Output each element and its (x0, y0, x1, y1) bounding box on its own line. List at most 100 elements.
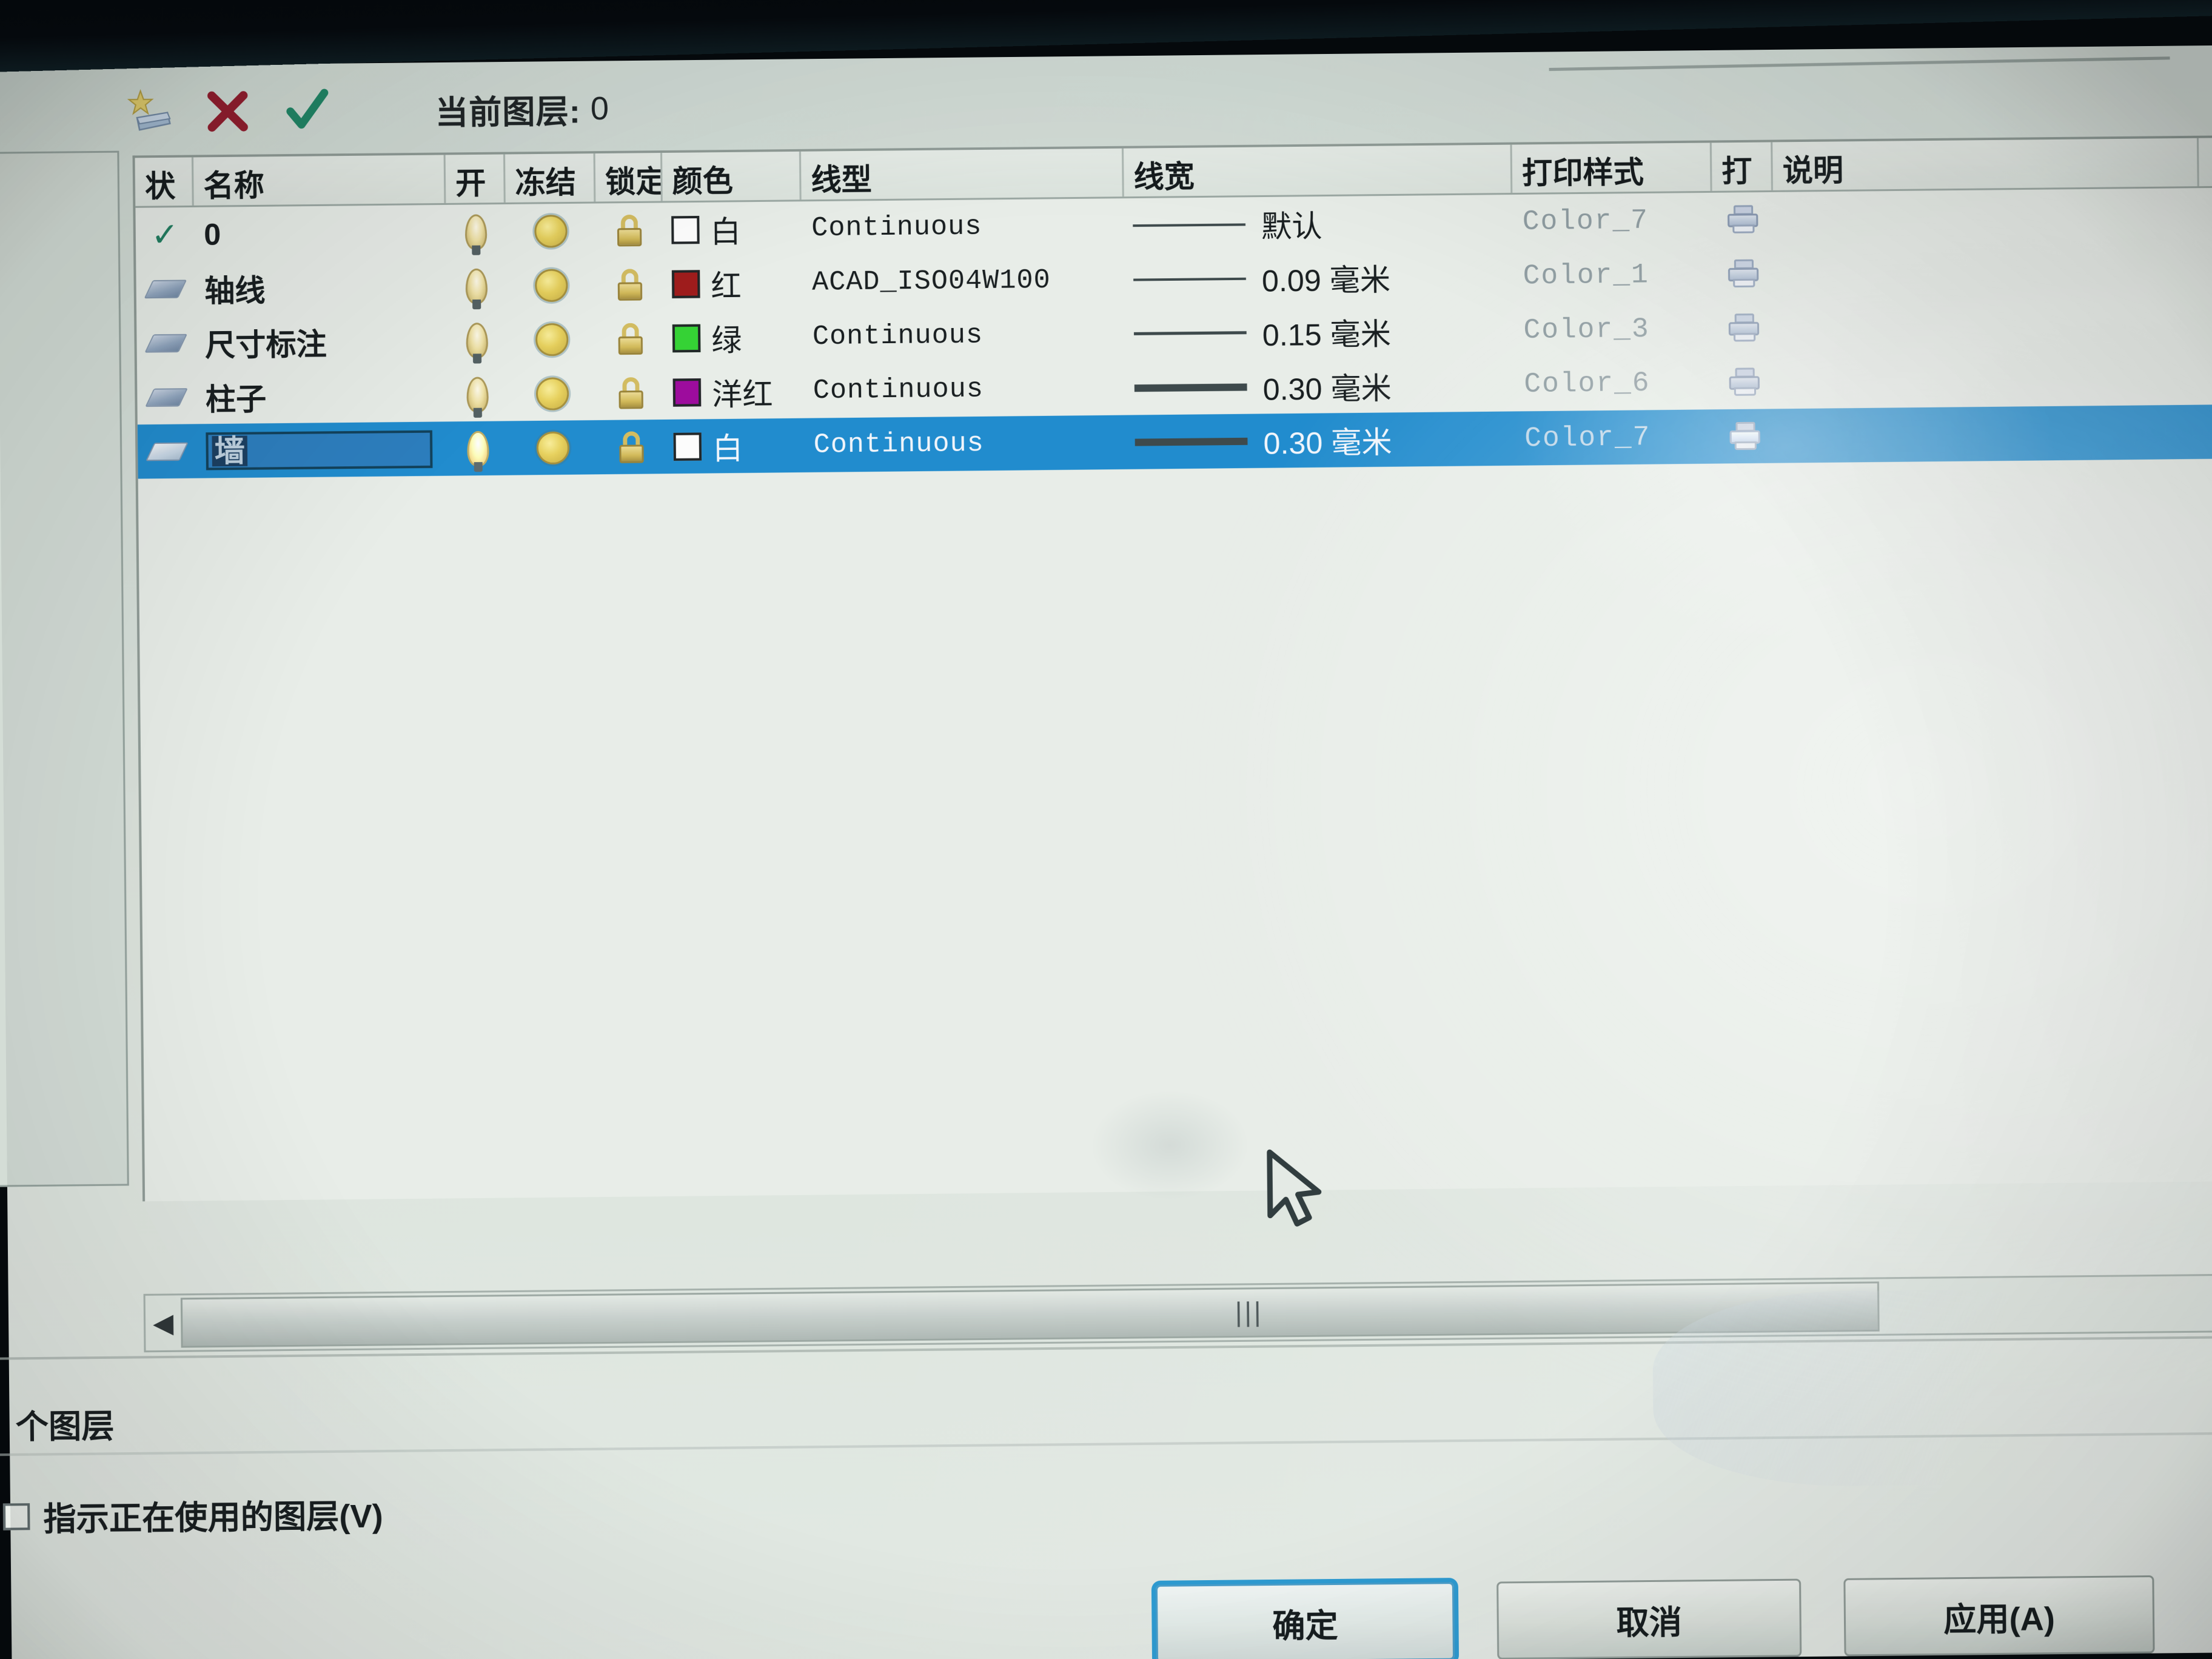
layer-linetype-cell[interactable]: Continuous (802, 307, 1125, 364)
layer-name-cell[interactable]: 尺寸标注 (195, 313, 447, 370)
lightbulb-on-icon[interactable] (466, 376, 489, 412)
layer-plot-cell[interactable] (1713, 301, 1774, 355)
layer-freeze-cell[interactable] (506, 312, 597, 367)
lightbulb-on-icon[interactable] (467, 431, 489, 466)
layer-freeze-cell[interactable] (506, 204, 596, 259)
column-header-linetype[interactable]: 线型 (800, 148, 1124, 200)
column-header-name[interactable]: 名称 (193, 155, 446, 206)
sun-icon[interactable] (534, 214, 568, 248)
layer-lock-cell[interactable] (597, 366, 665, 420)
color-swatch[interactable] (672, 378, 702, 407)
layer-on-cell[interactable] (447, 367, 508, 421)
layer-plotstyle-cell[interactable]: Color_1 (1513, 247, 1713, 303)
layer-name-cell[interactable]: 柱子 (195, 367, 447, 424)
layer-plotstyle-cell[interactable]: Color_3 (1513, 301, 1714, 358)
layer-lock-cell[interactable] (597, 311, 664, 366)
column-header-status[interactable]: 状 (135, 157, 194, 206)
layer-plot-cell[interactable] (1712, 192, 1774, 247)
scrollbar-thumb[interactable]: ||| (180, 1281, 1880, 1348)
lightbulb-on-icon[interactable] (465, 268, 488, 304)
ok-button[interactable]: 确定 (1155, 1582, 1455, 1659)
column-header-plot[interactable]: 打 (1711, 142, 1773, 191)
column-header-plotstyle[interactable]: 打印样式 (1512, 142, 1712, 193)
lightbulb-on-icon[interactable] (464, 213, 488, 250)
color-swatch[interactable] (671, 215, 700, 244)
layer-lineweight-cell[interactable]: 0.30 毫米 (1126, 411, 1515, 469)
indicate-layers-in-use-checkbox[interactable] (2, 1503, 30, 1530)
column-header-on[interactable]: 开 (445, 154, 506, 203)
color-swatch[interactable] (671, 269, 700, 298)
printer-icon[interactable] (1727, 259, 1760, 289)
layer-on-cell[interactable] (447, 313, 507, 367)
layer-lock-cell[interactable] (598, 420, 665, 474)
unlocked-padlock-icon[interactable] (618, 431, 645, 463)
layer-on-cell[interactable] (446, 204, 506, 259)
layer-on-cell[interactable] (446, 258, 506, 313)
layer-freeze-cell[interactable] (507, 366, 597, 421)
unlocked-padlock-icon[interactable] (617, 323, 644, 355)
layer-linetype-cell[interactable]: Continuous (802, 198, 1125, 255)
layer-name-cell[interactable]: 0 (194, 205, 446, 261)
layer-description-cell[interactable] (1775, 350, 2202, 409)
layer-filter-tree-panel[interactable] (0, 150, 129, 1188)
column-header-color[interactable]: 颜色 (662, 151, 802, 201)
layer-color-cell[interactable]: 白 (665, 418, 804, 474)
new-layer-icon[interactable] (124, 88, 172, 136)
layer-on-cell[interactable] (448, 421, 508, 475)
layer-plotstyle-cell[interactable]: Color_7 (1512, 193, 1712, 249)
layer-description-cell[interactable] (1774, 297, 2201, 355)
layer-status-cell[interactable] (138, 424, 196, 478)
printer-icon[interactable] (1728, 313, 1761, 343)
layer-plotstyle-cell[interactable]: Color_6 (1514, 355, 1714, 412)
unlocked-padlock-icon[interactable] (617, 268, 644, 301)
column-header-lineweight[interactable]: 线宽 (1124, 144, 1513, 197)
layer-lock-cell[interactable] (596, 257, 663, 312)
sun-icon[interactable] (536, 431, 570, 464)
apply-button[interactable]: 应用(A) (1843, 1575, 2155, 1657)
layer-color-cell[interactable]: 洋红 (664, 364, 803, 420)
sun-icon[interactable] (535, 323, 569, 356)
layer-name-cell[interactable]: 轴线 (195, 259, 447, 315)
layer-name-input[interactable]: 墙 (206, 430, 433, 470)
cancel-button[interactable]: 取消 (1496, 1578, 1802, 1659)
scroll-left-arrow-icon[interactable]: ◀ (146, 1296, 181, 1350)
layer-plotstyle-cell[interactable]: Color_7 (1515, 409, 1715, 466)
color-swatch[interactable] (672, 324, 701, 352)
layer-lineweight-cell[interactable]: 默认 (1124, 195, 1513, 253)
lightbulb-on-icon[interactable] (466, 322, 489, 358)
layer-linetype-cell[interactable]: Continuous (803, 361, 1126, 418)
delete-layer-icon[interactable] (204, 87, 252, 135)
layer-freeze-cell[interactable] (506, 258, 597, 313)
layer-status-cell[interactable] (136, 261, 195, 316)
unlocked-padlock-icon[interactable] (617, 377, 645, 409)
layer-color-cell[interactable]: 白 (663, 201, 802, 257)
printer-icon[interactable] (1728, 421, 1761, 451)
layer-description-cell[interactable] (1774, 242, 2200, 300)
printer-icon[interactable] (1726, 204, 1760, 235)
column-header-lock[interactable]: 锁定 (595, 153, 663, 202)
layer-linetype-cell[interactable]: Continuous (803, 415, 1127, 472)
layer-lock-cell[interactable] (595, 203, 663, 257)
color-swatch[interactable] (673, 432, 702, 461)
column-header-freeze[interactable]: 冻结 (504, 153, 596, 203)
column-header-description[interactable]: 说明 (1772, 138, 2199, 190)
layer-plot-cell[interactable] (1712, 246, 1774, 301)
sun-icon[interactable] (534, 268, 568, 302)
printer-icon[interactable] (1728, 367, 1761, 397)
layer-status-cell[interactable] (137, 370, 196, 424)
layer-lineweight-cell[interactable]: 0.15 毫米 (1125, 303, 1514, 361)
layer-plot-cell[interactable] (1714, 409, 1775, 463)
set-current-layer-icon[interactable] (283, 87, 330, 135)
layer-color-cell[interactable]: 红 (663, 256, 803, 312)
layer-linetype-cell[interactable]: ACAD_ISO04W100 (802, 253, 1125, 310)
layer-lineweight-cell[interactable]: 0.30 毫米 (1125, 357, 1514, 415)
unlocked-padlock-icon[interactable] (616, 214, 643, 246)
layer-description-cell[interactable] (1773, 188, 2200, 246)
sun-icon[interactable] (535, 377, 569, 411)
layer-status-cell[interactable]: ✓ (135, 207, 194, 262)
layer-status-cell[interactable] (136, 316, 195, 370)
layer-freeze-cell[interactable] (508, 420, 598, 475)
layer-color-cell[interactable]: 绿 (664, 310, 803, 366)
indicate-layers-in-use-row[interactable]: 指示正在使用的图层(V) (2, 1489, 383, 1540)
layer-lineweight-cell[interactable]: 0.09 毫米 (1125, 249, 1513, 307)
